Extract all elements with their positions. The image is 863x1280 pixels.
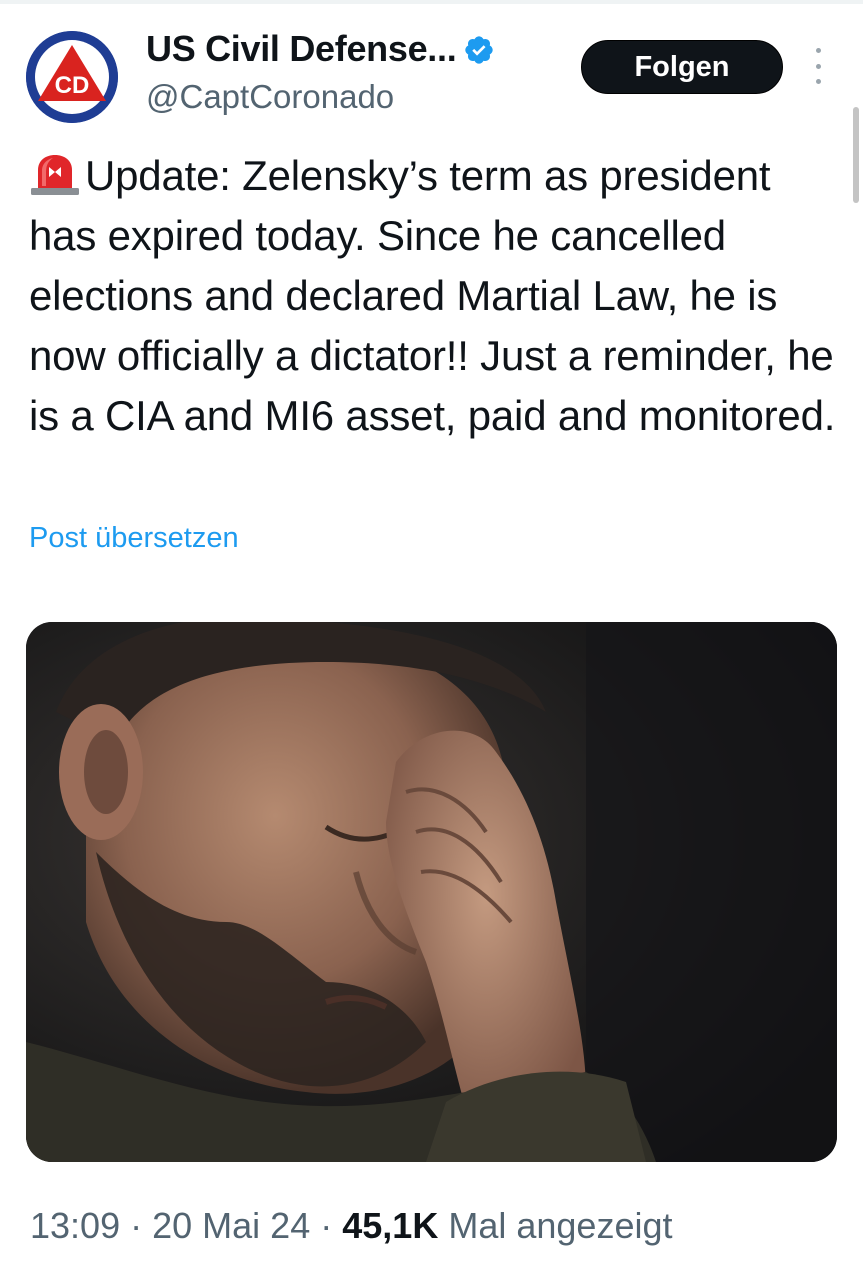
avatar-letters: CD bbox=[55, 72, 90, 99]
civil-defense-logo: CD bbox=[26, 31, 118, 123]
post-date[interactable]: 20 Mai 24 bbox=[152, 1205, 310, 1246]
post-time[interactable]: 13:09 bbox=[30, 1205, 120, 1246]
author-handle[interactable]: @CaptCoronado bbox=[146, 78, 394, 116]
follow-button[interactable]: Folgen bbox=[581, 40, 783, 94]
meta-separator: · bbox=[320, 1205, 333, 1246]
tweet-body: Update: Zelensky’s term as president has… bbox=[29, 146, 839, 446]
tweet-image[interactable] bbox=[26, 622, 837, 1162]
views-count[interactable]: 45,1K bbox=[342, 1205, 438, 1246]
photo-man-hand-on-forehead bbox=[26, 622, 837, 1162]
author-name-row[interactable]: US Civil Defense... bbox=[146, 28, 495, 70]
avatar[interactable]: CD bbox=[26, 31, 118, 123]
meta-separator: · bbox=[130, 1205, 143, 1246]
top-divider bbox=[0, 0, 863, 4]
tweet-meta: 13:09 · 20 Mai 24 · 45,1K Mal angezeigt bbox=[30, 1205, 673, 1247]
verified-badge-icon[interactable] bbox=[463, 34, 495, 66]
display-name[interactable]: US Civil Defense... bbox=[146, 28, 457, 70]
views-label: Mal angezeigt bbox=[448, 1205, 673, 1246]
tweet-text: Update: Zelensky’s term as president has… bbox=[29, 152, 836, 439]
scrollbar-thumb[interactable] bbox=[853, 107, 859, 203]
rotating-light-icon bbox=[31, 155, 79, 195]
translate-post-link[interactable]: Post übersetzen bbox=[29, 522, 239, 555]
more-vertical-icon[interactable] bbox=[808, 48, 828, 84]
